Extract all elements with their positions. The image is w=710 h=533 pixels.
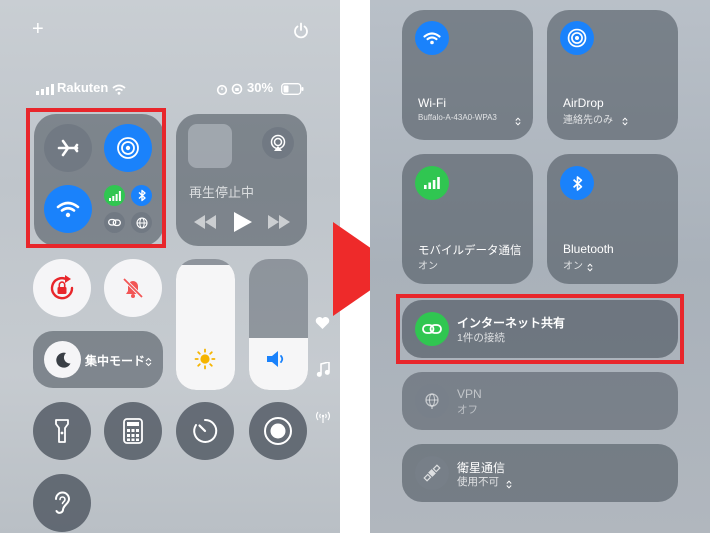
play-button[interactable] <box>234 212 252 237</box>
cellular-icon <box>424 177 440 189</box>
timer-button[interactable] <box>176 402 234 460</box>
flashlight-icon <box>55 419 69 443</box>
silent-mode-toggle[interactable] <box>104 259 162 317</box>
ear-icon <box>55 491 71 514</box>
speaker-icon <box>265 348 289 375</box>
music-note-icon <box>316 360 330 383</box>
airdrop-chevron-icon <box>622 113 628 131</box>
cellular-status: オン <box>418 261 438 272</box>
power-icon[interactable] <box>293 22 309 44</box>
bell-slash-icon <box>122 277 144 299</box>
satellite-icon <box>423 464 441 482</box>
bluetooth-toggle-expanded[interactable] <box>560 166 594 200</box>
rotation-lock-status-icon <box>231 82 243 100</box>
previous-track-button[interactable] <box>194 215 216 234</box>
highlight-box-hotspot <box>396 294 684 364</box>
airdrop-label: AirDrop <box>563 96 604 110</box>
heart-icon <box>315 316 330 335</box>
vpn-toggle-expanded[interactable] <box>415 384 449 418</box>
next-track-button[interactable] <box>268 215 290 234</box>
wifi-toggle-expanded[interactable] <box>415 21 449 55</box>
vpn-status: オフ <box>457 404 478 416</box>
vpn-label: VPN <box>457 387 482 401</box>
add-control-button[interactable]: + <box>32 18 44 41</box>
connectivity-expanded: Wi-Fi Buffalo-A-43A0-WPA3 AirDrop 連絡先のみ … <box>370 0 710 533</box>
cellular-toggle-expanded[interactable] <box>415 166 449 200</box>
media-status: 再生停止中 <box>189 185 255 200</box>
battery-icon <box>281 82 304 100</box>
bluetooth-label: Bluetooth <box>563 242 614 256</box>
calculator-button[interactable] <box>104 402 162 460</box>
airplay-button[interactable] <box>262 127 294 159</box>
calculator-icon <box>123 418 143 444</box>
satellite-toggle[interactable] <box>415 456 449 490</box>
airplay-icon <box>270 134 286 151</box>
signal-bars-icon <box>36 82 54 100</box>
record-icon <box>264 417 292 445</box>
antenna-icon <box>315 410 331 429</box>
focus-label: 集中モード <box>85 354 146 368</box>
bluetooth-status: オン <box>563 261 583 272</box>
wifi-chevron-icon <box>515 113 521 131</box>
sun-icon <box>194 348 216 375</box>
timer-icon <box>193 418 218 443</box>
wifi-icon <box>423 32 441 45</box>
wifi-status-icon <box>112 82 126 100</box>
wifi-label: Wi-Fi <box>418 96 446 110</box>
carrier-name: Rakuten <box>57 80 109 95</box>
airdrop-icon <box>567 28 587 48</box>
battery-percent: 30% <box>247 80 274 95</box>
focus-toggle[interactable] <box>44 341 81 378</box>
bluetooth-icon <box>572 175 582 191</box>
cellular-label: モバイルデータ通信 <box>418 245 522 257</box>
wifi-network-name: Buffalo-A-43A0-WPA3 <box>418 113 497 122</box>
album-art-placeholder <box>188 124 232 168</box>
globe-icon <box>425 393 439 409</box>
hearing-button[interactable] <box>33 474 91 532</box>
screen-record-button[interactable] <box>249 402 307 460</box>
moon-icon <box>55 352 70 368</box>
highlight-box-connectivity <box>26 108 166 248</box>
satellite-status: 使用不可 <box>457 476 499 488</box>
chevron-updown-icon <box>145 354 152 372</box>
flashlight-button[interactable] <box>33 402 91 460</box>
alarm-icon <box>216 82 228 100</box>
bluetooth-chevron-icon <box>587 259 593 277</box>
airdrop-status: 連絡先のみ <box>563 115 613 126</box>
rotation-lock-toggle[interactable] <box>33 259 91 317</box>
control-center-compact: + Rakuten 30% 再生停止中 集中モード <box>0 0 340 533</box>
airdrop-toggle-expanded[interactable] <box>560 21 594 55</box>
satellite-chevron-icon <box>506 476 512 494</box>
rotation-lock-icon <box>50 275 74 300</box>
